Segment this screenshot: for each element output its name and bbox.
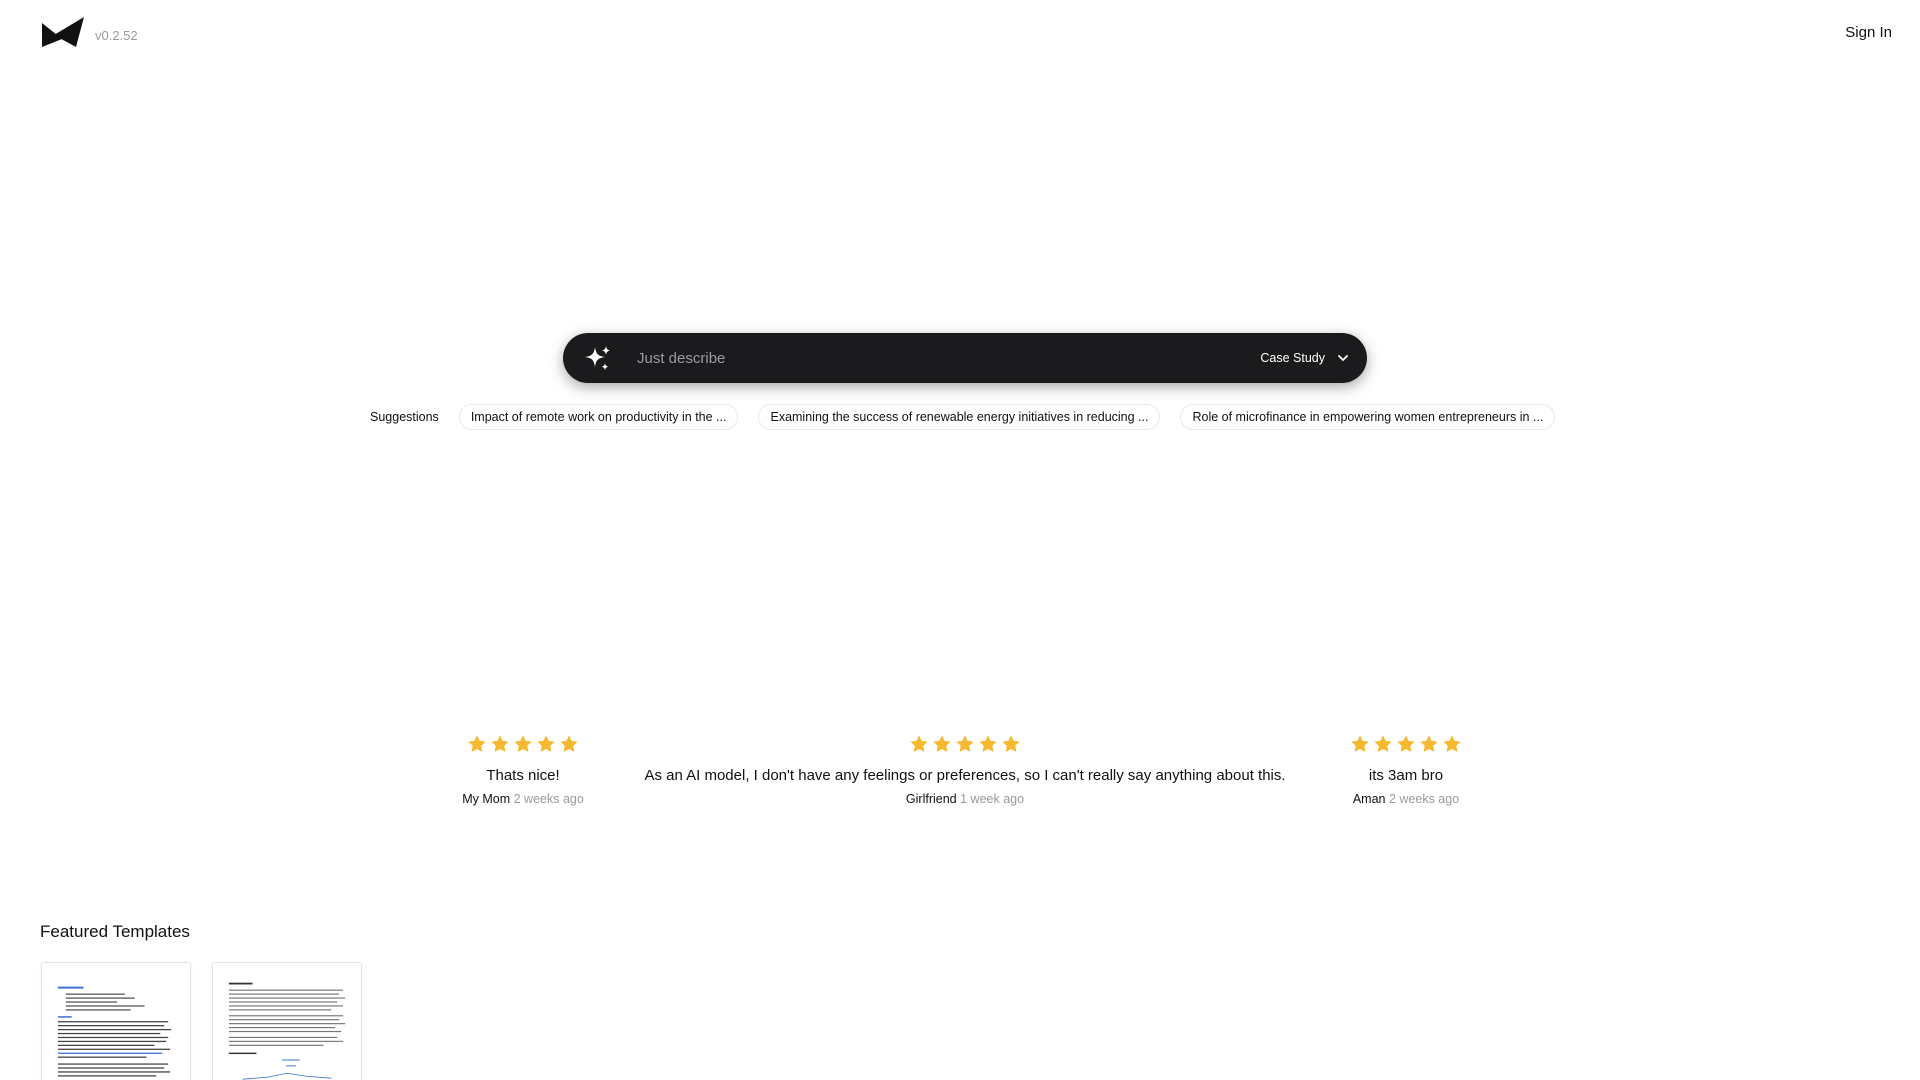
star-icon: [1420, 735, 1438, 752]
featured-templates-title: Featured Templates: [40, 922, 190, 941]
template-thumbnail: [57, 986, 172, 1077]
review-card: Thats nice! My Mom 2 weeks ago: [423, 735, 623, 806]
star-icon: [1443, 735, 1461, 752]
suggestion-chip[interactable]: Impact of remote work on productivity in…: [458, 404, 739, 430]
star-rating: [640, 735, 1290, 755]
review-time: 2 weeks ago: [1388, 792, 1460, 806]
template-card[interactable]: [41, 962, 191, 1080]
suggestions-row: Suggestions Impact of remote work on pro…: [370, 404, 1575, 430]
star-icon: [956, 735, 974, 752]
star-icon: [1397, 735, 1415, 752]
star-icon: [979, 735, 997, 752]
star-icon: [1002, 735, 1020, 752]
star-icon: [537, 735, 555, 752]
template-card[interactable]: [212, 962, 362, 1080]
logo-icon[interactable]: [42, 17, 84, 49]
star-icon: [933, 735, 951, 752]
prompt-input[interactable]: [637, 342, 1237, 374]
review-meta: Girlfriend 1 week ago: [640, 792, 1290, 806]
review-text: Thats nice!: [486, 767, 560, 784]
star-rating: [423, 735, 623, 755]
review-author: Aman: [1352, 792, 1386, 806]
review-author: My Mom: [462, 792, 511, 806]
chevron-down-icon: [1338, 355, 1348, 361]
review-card: As an AI model, I don't have any feeling…: [640, 735, 1290, 806]
star-rating: [1306, 735, 1506, 755]
version-label: v0.2.52: [95, 28, 138, 43]
star-icon: [560, 735, 578, 752]
suggestion-chip[interactable]: Role of microfinance in empowering women…: [1180, 404, 1556, 430]
star-icon: [491, 735, 509, 752]
sparkle-icon: [585, 346, 610, 371]
star-icon: [1374, 735, 1392, 752]
review-author: Girlfriend: [905, 792, 957, 806]
review-text: As an AI model, I don't have any feeling…: [644, 767, 1286, 784]
review-card: its 3am bro Aman 2 weeks ago: [1306, 735, 1506, 806]
sign-in-button[interactable]: Sign In: [1845, 24, 1892, 41]
review-time: 2 weeks ago: [513, 792, 584, 806]
review-text: its 3am bro: [1368, 767, 1444, 784]
suggestions-label: Suggestions: [370, 410, 439, 424]
document-type-dropdown[interactable]: Case Study: [1260, 333, 1349, 383]
review-time: 1 week ago: [960, 792, 1025, 806]
template-thumbnail: [228, 982, 346, 1080]
star-icon: [514, 735, 532, 752]
prompt-bar: Case Study: [563, 333, 1367, 383]
star-icon: [910, 735, 928, 752]
review-meta: My Mom 2 weeks ago: [423, 792, 623, 806]
star-icon: [468, 735, 486, 752]
review-meta: Aman 2 weeks ago: [1306, 792, 1506, 806]
suggestion-chip[interactable]: Examining the success of renewable energ…: [758, 404, 1161, 430]
top-header: v0.2.52 Sign In: [0, 0, 1920, 70]
star-icon: [1351, 735, 1369, 752]
document-type-label: Case Study: [1260, 351, 1325, 365]
